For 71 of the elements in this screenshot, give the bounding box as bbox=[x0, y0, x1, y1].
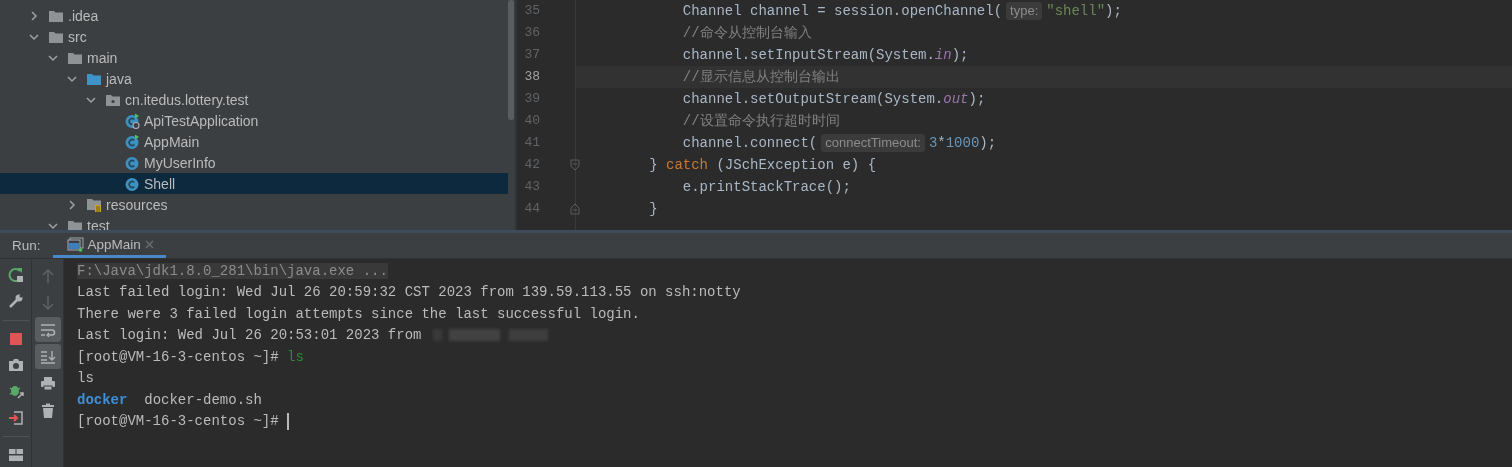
line-number: 36 bbox=[523, 24, 540, 42]
resources-folder-icon bbox=[86, 196, 102, 213]
tree-item[interactable]: ApiTestApplication bbox=[0, 110, 508, 131]
class-icon bbox=[124, 112, 140, 129]
close-icon[interactable] bbox=[144, 239, 154, 249]
line-number: 39 bbox=[523, 90, 540, 108]
code-text: Channel channel = session.openChannel( bbox=[681, 2, 1003, 21]
fold-icon[interactable] bbox=[570, 203, 580, 215]
parameter-hint: connectTimeout: bbox=[821, 134, 925, 152]
folder-icon bbox=[67, 50, 83, 65]
folder-icon bbox=[86, 71, 102, 86]
line-number: 42 bbox=[523, 156, 540, 174]
folder-icon bbox=[48, 29, 64, 44]
tree-item[interactable]: .idea bbox=[0, 5, 508, 26]
code-text: e.printStackTrace(); bbox=[681, 178, 851, 197]
tree-item[interactable]: java bbox=[0, 68, 508, 89]
scroll-to-end-icon[interactable] bbox=[39, 349, 56, 364]
line-number: 41 bbox=[523, 134, 540, 152]
bug-icon[interactable] bbox=[7, 383, 24, 400]
class-icon bbox=[124, 175, 140, 192]
fold-icon[interactable] bbox=[570, 159, 580, 171]
console-line: ls bbox=[77, 370, 94, 387]
class-icon bbox=[124, 133, 140, 150]
tree-item[interactable]: resources bbox=[0, 194, 508, 215]
code-text: 3*1000); bbox=[928, 134, 997, 153]
layout-icon[interactable] bbox=[7, 447, 24, 462]
line-number: 38 bbox=[523, 68, 540, 86]
tree-item[interactable]: MyUserInfo bbox=[0, 152, 508, 173]
tree-item[interactable]: src bbox=[0, 26, 508, 47]
code-text: //显示信息从控制台输出 bbox=[681, 68, 840, 87]
line-number: 40 bbox=[523, 112, 540, 130]
code-text: } bbox=[648, 200, 658, 219]
wrench-icon[interactable] bbox=[7, 293, 24, 310]
chevron-right-icon[interactable] bbox=[28, 9, 40, 22]
code-text: channel.setOutputStream(System.out); bbox=[681, 90, 986, 109]
camera-icon[interactable] bbox=[7, 358, 24, 372]
rerun-icon[interactable] bbox=[7, 267, 24, 284]
console-line: Last failed login: Wed Jul 26 20:59:32 CST 2023 from 139.59.113.55 on ssh:notty bbox=[77, 284, 741, 301]
console-line: docker docker-demo.sh bbox=[77, 391, 262, 408]
stop-icon[interactable] bbox=[8, 331, 23, 346]
tree-item[interactable]: AppMain bbox=[0, 131, 508, 152]
code-text: //命令从控制台输入 bbox=[681, 24, 812, 43]
console-line: [root@VM-16-3-centos ~]# bbox=[77, 413, 280, 430]
tree-item[interactable]: Shell bbox=[0, 173, 508, 194]
tree-item[interactable]: cn.itedus.lottery.test bbox=[0, 89, 508, 110]
scrollbar-thumb[interactable] bbox=[508, 0, 514, 120]
console-line: There were 3 failed login attempts since the last successful login. bbox=[77, 305, 640, 322]
run-label: Run: bbox=[11, 237, 42, 255]
class-icon bbox=[124, 154, 140, 171]
line-number: 37 bbox=[523, 46, 540, 64]
line-number: 43 bbox=[523, 178, 540, 196]
parameter-hint: type: bbox=[1006, 2, 1043, 20]
code-text: channel.setInputStream(System.in); bbox=[681, 46, 969, 65]
printer-icon[interactable] bbox=[39, 376, 56, 391]
tree-item[interactable]: main bbox=[0, 47, 508, 68]
console-window-icon bbox=[66, 236, 84, 252]
code-text: //设置命令执行超时时间 bbox=[681, 112, 840, 131]
folder-icon bbox=[48, 8, 64, 23]
code-text: channel.connect( bbox=[681, 134, 818, 153]
code-text: } catch (JSchException e) { bbox=[648, 156, 877, 175]
code-text: "shell"); bbox=[1046, 2, 1122, 21]
chevron-right-icon[interactable] bbox=[66, 198, 78, 211]
tree-item[interactable]: test bbox=[0, 215, 508, 230]
console-line: Last login: Wed Jul 26 20:53:01 2023 from bbox=[77, 327, 422, 344]
soft-wrap-icon[interactable] bbox=[39, 322, 56, 337]
console-line: [root@VM-16-3-centos ~]# ls bbox=[77, 348, 304, 365]
trash-icon[interactable] bbox=[40, 402, 55, 419]
package-icon bbox=[105, 92, 121, 107]
exit-icon[interactable] bbox=[7, 409, 24, 426]
line-number: 44 bbox=[523, 200, 540, 218]
line-number: 35 bbox=[523, 2, 540, 20]
